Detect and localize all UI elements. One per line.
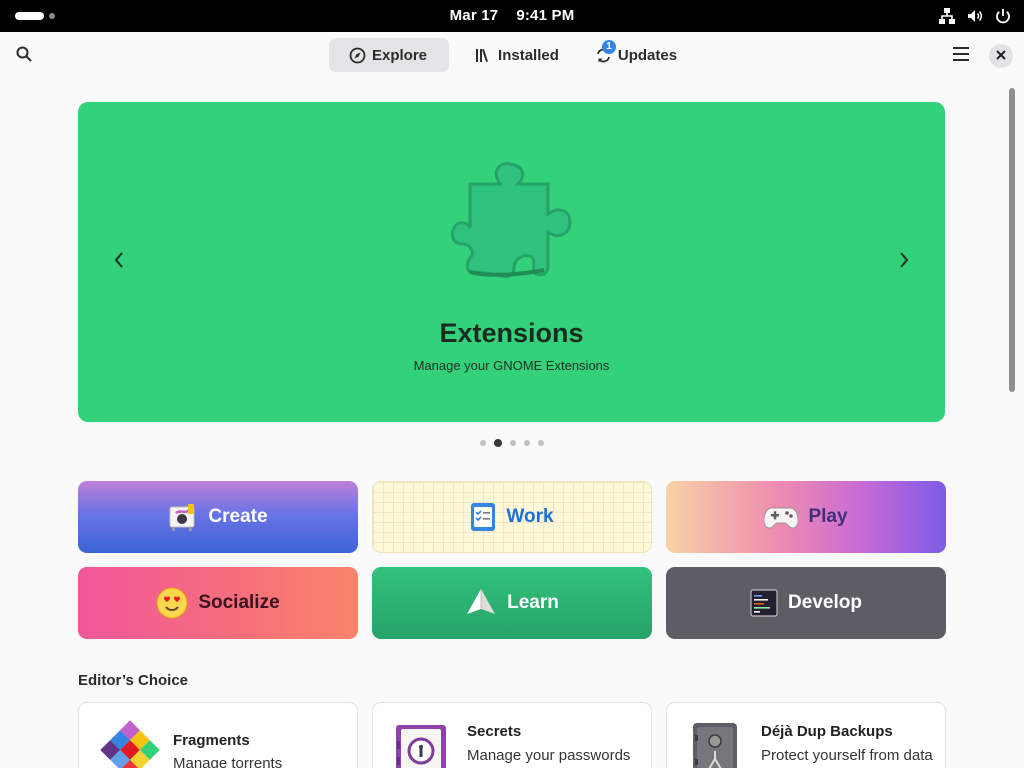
updates-count-badge: 1 — [602, 40, 616, 54]
category-develop-label: Develop — [788, 592, 862, 613]
close-window-button[interactable] — [989, 44, 1013, 68]
editors-choice-heading: Editor’s Choice — [78, 672, 189, 689]
paper-plane-icon — [465, 588, 497, 618]
category-play-label: Play — [808, 506, 848, 527]
app-card-description: Manage your passwords — [467, 747, 631, 764]
carousel-next-button[interactable] — [888, 246, 920, 278]
tab-explore-label: Explore — [372, 46, 428, 64]
library-icon — [475, 47, 492, 64]
main-menu-button[interactable] — [945, 40, 977, 72]
hamburger-menu-icon — [953, 46, 969, 66]
app-card-name: Fragments — [173, 732, 250, 749]
tab-installed-label: Installed — [498, 46, 559, 64]
header-bar: Explore Installed Updates — [0, 32, 1024, 80]
secrets-icon — [393, 719, 449, 768]
search-icon — [15, 45, 33, 68]
carousel-page-dot[interactable] — [538, 440, 544, 446]
carousel-subtitle: Manage your GNOME Extensions — [413, 358, 610, 373]
view-switcher: Explore Installed Updates — [329, 38, 687, 72]
clock[interactable]: Mar 17 9:41 PM — [0, 0, 1024, 32]
app-card-name: Déjà Dup Backups — [761, 723, 893, 740]
category-develop[interactable]: Develop — [666, 567, 946, 639]
app-card-name: Secrets — [467, 723, 522, 740]
category-work[interactable]: Work — [372, 481, 652, 553]
carousel-page-dot[interactable] — [524, 440, 530, 446]
gamepad-icon — [764, 505, 799, 529]
category-work-label: Work — [506, 506, 554, 527]
puzzle-piece-icon — [444, 160, 578, 285]
carousel-pager — [480, 439, 544, 447]
terminal-icon — [750, 589, 778, 617]
category-play[interactable]: Play — [666, 481, 946, 553]
app-card-secrets[interactable]: Secrets Manage your passwords — [372, 702, 652, 768]
tab-updates-label: Updates — [617, 46, 678, 64]
app-card-description: Manage torrents — [173, 755, 283, 768]
category-learn[interactable]: Learn — [372, 567, 652, 639]
chevron-right-icon — [898, 251, 910, 274]
carousel-page-dot-active[interactable] — [494, 439, 502, 447]
category-socialize-label: Socialize — [198, 592, 280, 613]
chevron-left-icon — [113, 251, 125, 274]
tab-installed[interactable]: Installed — [455, 38, 569, 72]
carousel-previous-button[interactable] — [103, 246, 135, 278]
category-create-label: Create — [208, 506, 268, 527]
network-wired-icon — [938, 7, 956, 25]
fragments-icon — [99, 719, 161, 768]
app-card-fragments[interactable]: Fragments Manage torrents — [78, 702, 358, 768]
tab-updates[interactable]: Updates — [575, 38, 687, 72]
clock-date: Mar 17 — [449, 7, 499, 24]
compass-icon — [349, 47, 366, 64]
search-button[interactable] — [8, 40, 40, 72]
category-create[interactable]: Create — [78, 481, 358, 553]
checklist-icon — [470, 502, 496, 532]
featured-carousel[interactable]: Extensions Manage your GNOME Extensions — [78, 102, 945, 422]
tab-explore[interactable]: Explore — [329, 38, 450, 72]
paint-icon — [168, 503, 198, 531]
carousel-page-dot[interactable] — [480, 440, 486, 446]
power-icon — [994, 7, 1012, 25]
system-top-bar: Mar 17 9:41 PM — [0, 0, 1024, 32]
deja-dup-icon — [687, 719, 743, 768]
volume-icon — [966, 7, 984, 25]
category-learn-label: Learn — [507, 592, 559, 613]
heart-eyes-emoji-icon — [156, 587, 188, 619]
app-card-deja-dup-backups[interactable]: Déjà Dup Backups Protect yourself from d… — [666, 702, 946, 768]
carousel-title: Extensions — [439, 318, 584, 348]
app-card-description: Protect yourself from data loss — [761, 747, 933, 768]
carousel-page-dot[interactable] — [510, 440, 516, 446]
clock-time: 9:41 PM — [516, 7, 575, 24]
vertical-scrollbar[interactable] — [1009, 88, 1015, 392]
system-tray[interactable] — [938, 6, 1012, 26]
category-socialize[interactable]: Socialize — [78, 567, 358, 639]
close-icon — [996, 47, 1006, 65]
